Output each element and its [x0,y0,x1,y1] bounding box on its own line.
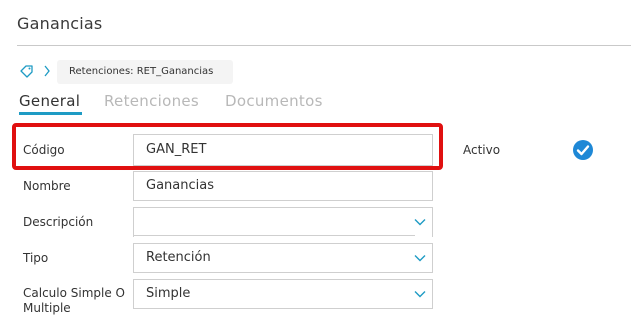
nombre-field[interactable]: Ganancias [133,171,433,201]
chevron-down-icon[interactable] [414,254,426,262]
chevron-down-icon[interactable] [414,218,426,226]
nombre-label: Nombre [23,179,71,193]
tag-icon[interactable] [19,63,35,79]
tipo-select[interactable]: Retención [133,243,433,273]
tipo-value: Retención [146,250,211,265]
tab-general[interactable]: General [19,92,80,110]
highlight-box [12,123,443,170]
calculo-value: Simple [146,286,191,301]
breadcrumb-item[interactable]: Retenciones: RET_Ganancias [57,60,233,84]
calculo-label-line1: Calculo Simple O [23,286,125,300]
descripcion-underline [133,235,415,236]
activo-label: Activo [463,143,501,157]
calculo-select[interactable]: Simple [133,279,433,309]
tab-retenciones[interactable]: Retenciones [104,92,199,110]
page-title: Ganancias [17,14,103,33]
calculo-label: Calculo Simple O Multiple [23,286,125,316]
descripcion-select[interactable] [133,207,433,237]
active-tab-indicator [19,112,82,115]
tab-documentos[interactable]: Documentos [225,92,323,110]
chevron-down-icon[interactable] [414,290,426,298]
descripcion-label: Descripción [23,215,94,229]
tipo-label: Tipo [23,251,49,265]
title-divider [17,45,631,46]
calculo-label-line2: Multiple [23,301,71,315]
chevron-right-icon [44,65,50,77]
checkmark-circle-icon[interactable] [572,139,594,161]
